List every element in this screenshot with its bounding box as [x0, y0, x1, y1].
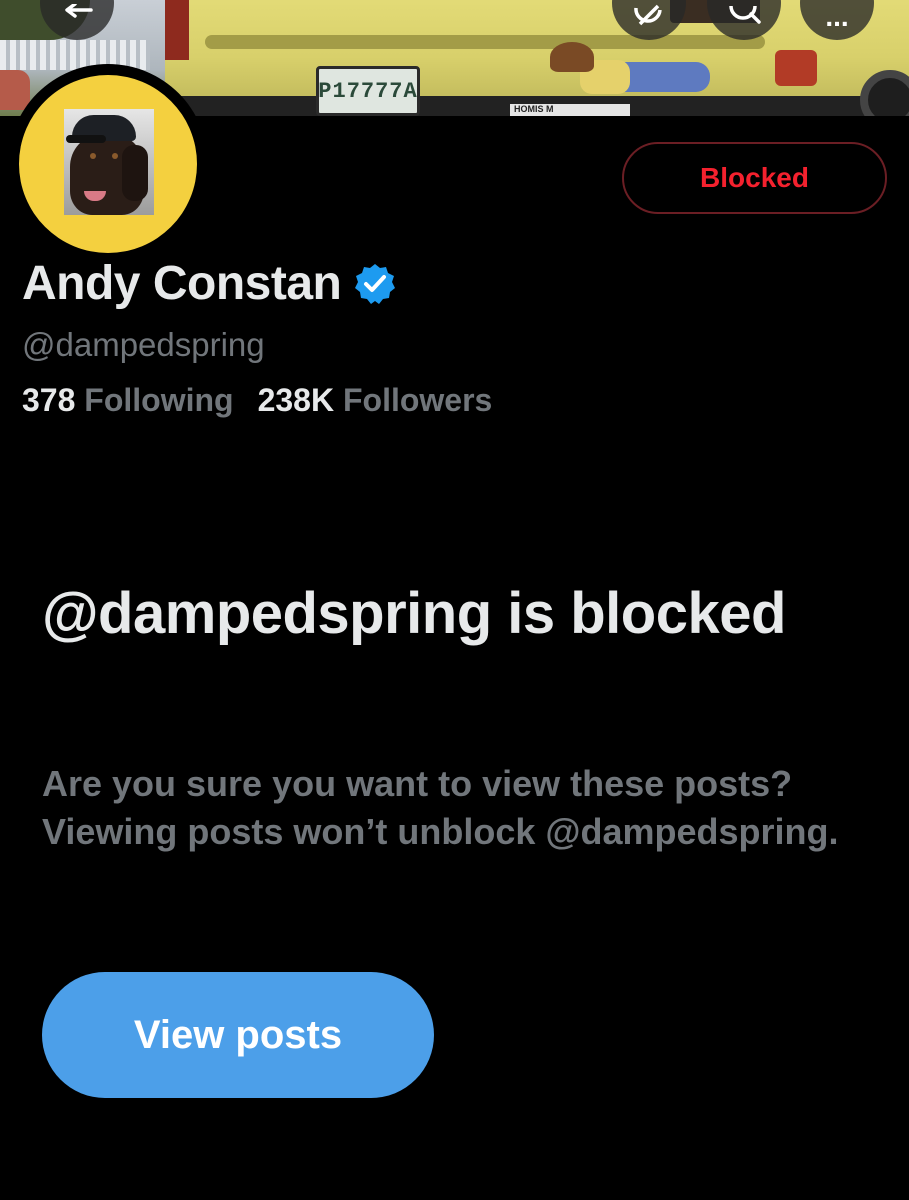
avatar-photo [64, 109, 154, 215]
followers-link[interactable]: 238K Followers [258, 382, 493, 419]
avatar[interactable] [19, 75, 197, 253]
followers-count: 238K [257, 382, 335, 418]
grok-icon [632, 4, 666, 26]
profile-name: Andy Constan [22, 257, 342, 310]
profile-handle: @dampedspring [22, 326, 265, 363]
following-link[interactable]: 378 Following [22, 382, 234, 419]
followers-label: Followers [342, 382, 493, 418]
blocked-button[interactable]: Blocked [622, 142, 887, 214]
search-icon [727, 4, 761, 26]
banner-toy [540, 42, 730, 106]
profile-name-row: Andy Constan [22, 256, 397, 311]
blocked-notice-description: Are you sure you want to view these post… [42, 763, 839, 852]
view-posts-button[interactable]: View posts [42, 972, 434, 1098]
following-count: 378 [22, 382, 76, 418]
following-label: Following [84, 382, 234, 418]
more-horizontal-icon: ... [825, 1, 849, 32]
arrow-left-icon [61, 4, 93, 26]
blocked-notice-title: @dampedspring is blocked [42, 581, 786, 646]
profile-stats: 378 Following 238K Followers [22, 382, 492, 419]
avatar-ring[interactable] [8, 64, 208, 264]
license-plate: P17777A [316, 66, 420, 116]
verified-badge-icon[interactable] [353, 262, 397, 306]
